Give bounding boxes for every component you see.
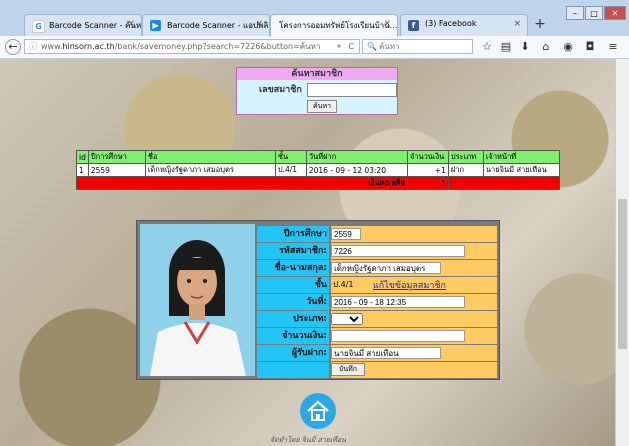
search-placeholder: ค้นหา <box>379 42 400 51</box>
edit-member-link[interactable]: แก้ไขข้อมูลสมาชิก <box>373 278 446 292</box>
depositor-label: ผู้รับฝาก: <box>257 345 329 361</box>
transactions-table: id ปีการศึกษา ชื่อ ชั้น วันที่ฝาก จำนวนเ… <box>76 150 561 190</box>
address-bar[interactable]: ⓘ www.hinsorn.ac.th/bank/savemoney.php?s… <box>24 39 360 54</box>
close-icon[interactable]: × <box>383 19 391 29</box>
amount-field[interactable] <box>331 330 465 342</box>
member-card: ปีการศึกษา รหัสสมาชิก: ชื่อ-นามสกุล: ชั้… <box>136 220 500 380</box>
tab-label: (3) Facebook <box>425 19 477 28</box>
shield-icon[interactable]: ◘ <box>583 40 597 54</box>
play-store-icon: ▶ <box>150 20 161 31</box>
cell: 2559 <box>87 163 146 177</box>
member-id-input[interactable] <box>307 83 397 97</box>
menu-icon[interactable]: ≡ <box>606 40 620 54</box>
vertical-scrollbar[interactable] <box>615 59 629 446</box>
type-select[interactable] <box>331 313 363 325</box>
cell: 1 <box>76 163 89 177</box>
reload-icon[interactable]: C <box>348 40 354 53</box>
search-form-title: ค้นหาสมาชิก <box>237 68 397 80</box>
member-id-field[interactable] <box>331 245 465 257</box>
save-button[interactable]: บันทึก <box>331 363 365 376</box>
tab-label: โครงการออมทรัพย์โรงเรียนบ้าน... <box>279 21 398 30</box>
facebook-icon: f <box>408 20 419 31</box>
balance-value: 1 <box>406 176 449 190</box>
home-icon <box>307 400 329 421</box>
col-header: วันที่ฝาก <box>305 150 408 164</box>
url-path: /bank/savemoney.php?search=7226&button=ค… <box>114 42 321 51</box>
tab-barcode-search[interactable]: G Barcode Scanner - ค้นหาด้ว... × <box>24 14 142 36</box>
balance-label: เงินคงเหลือ <box>76 176 408 190</box>
tab-barcode-app[interactable]: ▶ Barcode Scanner - แอปพลิ... × <box>142 14 270 36</box>
balance-row: เงินคงเหลือ 1 <box>76 176 561 190</box>
member-search-form: ค้นหาสมาชิก เลขสมาชิก ค้นหา <box>236 67 398 115</box>
name-field[interactable] <box>331 262 441 274</box>
cell: ฝาก <box>447 163 484 177</box>
scrollbar-thumb[interactable] <box>618 199 627 349</box>
col-header: ชั้น <box>274 150 307 164</box>
tab-savings-project[interactable]: โครงการออมทรัพย์โรงเรียนบ้าน... × <box>270 14 398 37</box>
col-header: เจ้าหน้าที่ <box>482 150 561 164</box>
home-button[interactable] <box>300 393 336 429</box>
bookmark-star-icon[interactable]: ☆ <box>480 40 494 54</box>
close-icon[interactable]: × <box>513 19 521 29</box>
tab-facebook[interactable]: f (3) Facebook × <box>400 14 528 36</box>
dropdown-icon[interactable]: ▾ <box>337 40 341 53</box>
home-icon[interactable]: ⌂ <box>539 40 553 54</box>
cell: เด็กหญิงรัฐดาภา เสมอบุตร <box>144 163 276 177</box>
class-value: ป.4/1 <box>333 280 354 289</box>
cell: 2016 - 09 - 12 03:20 <box>305 163 408 177</box>
cell: นายจินมี่ สายเทือน <box>482 163 561 177</box>
year-field[interactable] <box>331 228 361 240</box>
browser-search-input[interactable]: 🔍 ค้นหา <box>362 39 473 54</box>
table-header-row: id ปีการศึกษา ชื่อ ชั้น วันที่ฝาก จำนวนเ… <box>76 150 561 164</box>
url-prefix: www. <box>41 42 63 51</box>
close-icon[interactable]: × <box>127 19 135 29</box>
member-photo <box>140 224 255 376</box>
minimize-button[interactable]: – <box>566 6 584 20</box>
date-label: วันที่: <box>257 294 329 310</box>
cell: ป.4/1 <box>274 163 307 177</box>
col-header: ปีการศึกษา <box>87 150 146 164</box>
navigation-bar: ← ⓘ www.hinsorn.ac.th/bank/savemoney.php… <box>0 36 629 59</box>
maximize-button[interactable]: □ <box>585 6 603 20</box>
class-label: ชั้น <box>257 277 329 293</box>
cell: +1 <box>406 163 449 177</box>
amount-label: จำนวนเงิน: <box>257 328 329 344</box>
url-domain: hinsorn.ac.th <box>62 42 115 51</box>
col-header: จำนวนเงิน <box>406 150 449 164</box>
window-close-button[interactable]: ✕ <box>604 6 626 20</box>
close-icon[interactable]: × <box>255 19 263 29</box>
new-tab-button[interactable]: + <box>529 14 551 34</box>
type-label: ประเภท: <box>257 311 329 327</box>
pocket-icon[interactable]: ◉ <box>561 40 575 54</box>
google-icon: G <box>32 20 45 33</box>
member-id-label: เลขสมาชิก <box>259 85 302 95</box>
depositor-field[interactable] <box>331 347 441 359</box>
page-content: ค้นหาสมาชิก เลขสมาชิก ค้นหา id ปีการศึกษ… <box>0 59 615 446</box>
col-header: id <box>76 150 89 164</box>
footer-credit: จัดทำโดย จินมี่ สายเทือน <box>270 436 346 444</box>
search-icon: 🔍 <box>367 42 377 51</box>
info-icon[interactable]: ⓘ <box>29 40 37 53</box>
col-header: ชื่อ <box>144 150 276 164</box>
reading-list-icon[interactable]: ▤ <box>499 40 513 54</box>
search-button[interactable]: ค้นหา <box>307 100 337 113</box>
download-icon[interactable]: ⬇ <box>518 40 532 54</box>
table-row: 1 2559 เด็กหญิงรัฐดาภา เสมอบุตร ป.4/1 20… <box>76 163 561 177</box>
name-label: ชื่อ-นามสกุล: <box>257 260 329 276</box>
browser-tab-bar: G Barcode Scanner - ค้นหาด้ว... × ▶ Barc… <box>0 0 629 37</box>
member-id-label: รหัสสมาชิก: <box>257 243 329 259</box>
date-field[interactable] <box>331 296 465 308</box>
back-button[interactable]: ← <box>5 39 21 55</box>
deposit-form: ปีการศึกษา รหัสสมาชิก: ชื่อ-นามสกุล: ชั้… <box>257 226 497 378</box>
col-header: ประเภท <box>447 150 484 164</box>
year-label: ปีการศึกษา <box>257 226 329 242</box>
